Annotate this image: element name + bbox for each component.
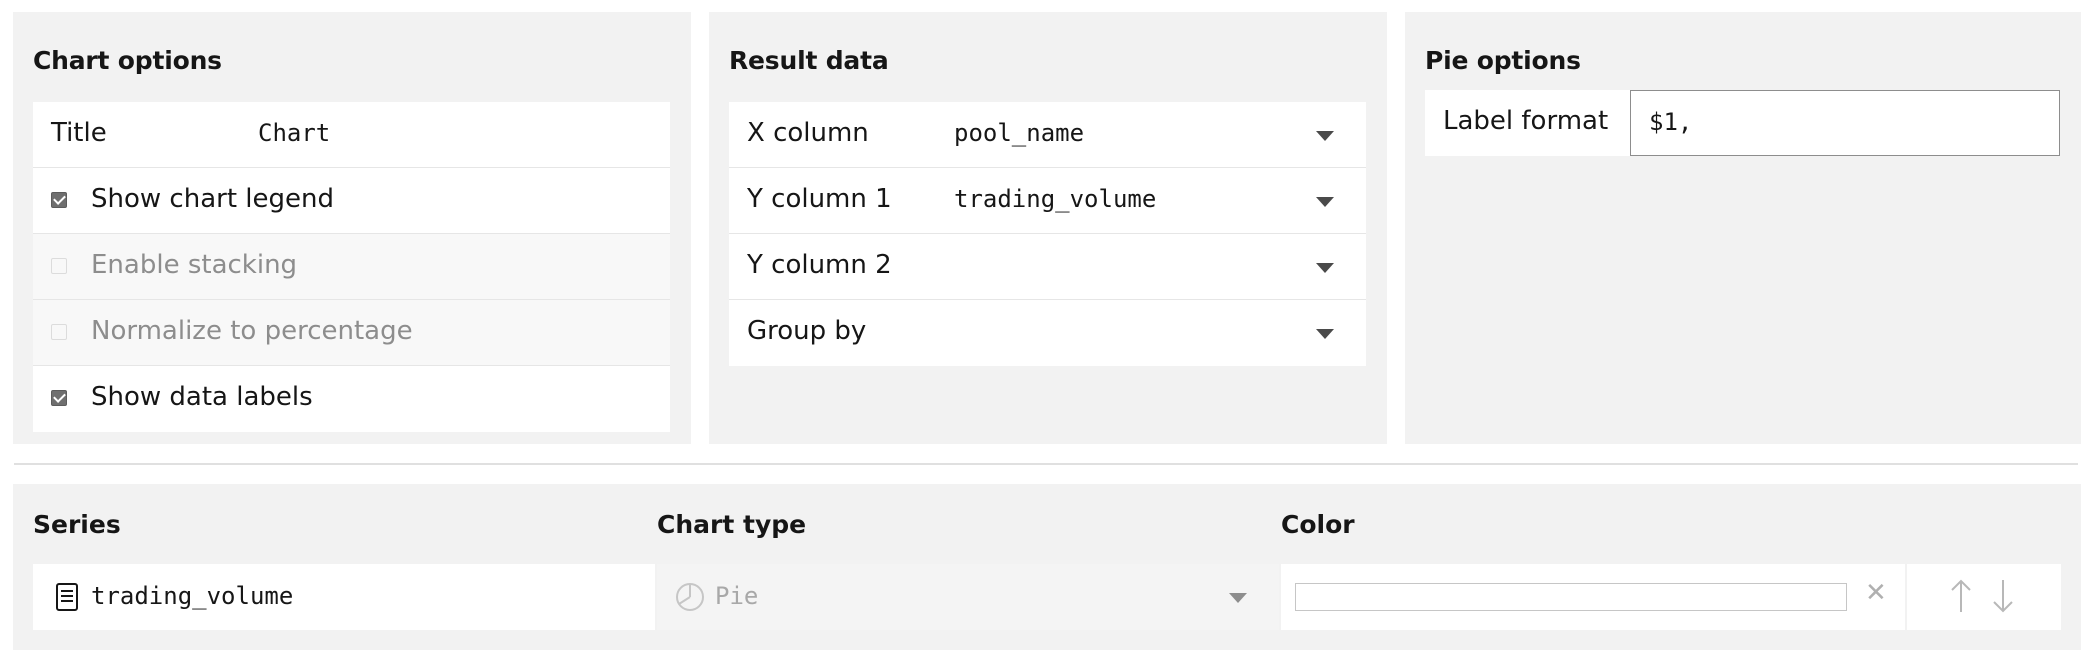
enable-stacking-checkbox xyxy=(51,258,67,274)
show-data-labels-label: Show data labels xyxy=(91,382,313,412)
y-column-1-select[interactable]: Y column 1 trading_volume xyxy=(729,168,1366,234)
pie-options-panel: Pie options Label format $1, xyxy=(1405,12,2081,444)
title-label: Title xyxy=(51,118,107,148)
y-column-2-select[interactable]: Y column 2 xyxy=(729,234,1366,300)
show-legend-checkbox[interactable] xyxy=(51,192,67,208)
x-column-value: pool_name xyxy=(954,119,1085,147)
series-name: trading_volume xyxy=(91,582,294,610)
result-data-title: Result data xyxy=(729,46,889,75)
chevron-down-icon[interactable] xyxy=(1316,329,1334,339)
enable-stacking-row: Enable stacking xyxy=(33,234,670,300)
section-divider xyxy=(14,463,2078,465)
normalize-percentage-label: Normalize to percentage xyxy=(91,316,413,346)
label-format-label: Label format xyxy=(1443,106,1609,136)
series-header: Series xyxy=(33,510,121,539)
chart-title-row: Title Chart xyxy=(33,102,670,168)
arrow-up-icon[interactable] xyxy=(1949,578,1973,618)
close-icon[interactable]: ✕ xyxy=(1865,578,1887,608)
group-by-label: Group by xyxy=(747,316,867,346)
chart-title-input[interactable]: Chart xyxy=(258,119,330,147)
y-column-2-label: Y column 2 xyxy=(747,250,892,280)
x-column-select[interactable]: X column pool_name xyxy=(729,102,1366,168)
document-icon xyxy=(55,582,79,616)
x-column-label: X column xyxy=(747,118,869,148)
label-format-row: Label format $1, xyxy=(1425,90,2060,156)
result-data-panel: Result data X column pool_name Y column … xyxy=(709,12,1387,444)
normalize-percentage-row: Normalize to percentage xyxy=(33,300,670,366)
arrow-down-icon[interactable] xyxy=(1991,578,2015,618)
reorder-cell xyxy=(1907,564,2061,630)
chevron-down-icon[interactable] xyxy=(1316,131,1334,141)
pie-options-title: Pie options xyxy=(1425,46,1581,75)
label-format-input[interactable]: $1, xyxy=(1630,90,2060,156)
show-data-labels-checkbox[interactable] xyxy=(51,390,67,406)
show-legend-row[interactable]: Show chart legend xyxy=(33,168,670,234)
series-name-cell: trading_volume xyxy=(33,564,655,630)
chart-options-panel: Chart options Title Chart Show chart leg… xyxy=(13,12,691,444)
enable-stacking-label: Enable stacking xyxy=(91,250,298,280)
chevron-down-icon xyxy=(1229,593,1247,603)
y-column-1-value: trading_volume xyxy=(954,185,1157,213)
color-header: Color xyxy=(1281,510,1355,539)
label-format-value: $1, xyxy=(1649,108,1693,136)
show-data-labels-row[interactable]: Show data labels xyxy=(33,366,670,432)
group-by-select[interactable]: Group by xyxy=(729,300,1366,366)
color-input[interactable] xyxy=(1295,583,1847,611)
show-legend-label: Show chart legend xyxy=(91,184,334,214)
chart-type-header: Chart type xyxy=(657,510,807,539)
color-cell: ✕ xyxy=(1281,564,1905,630)
chart-type-value: Pie xyxy=(715,582,759,610)
pie-chart-icon xyxy=(675,582,705,616)
normalize-percentage-checkbox xyxy=(51,324,67,340)
chevron-down-icon[interactable] xyxy=(1316,263,1334,273)
chart-options-title: Chart options xyxy=(33,46,222,75)
chart-type-select: Pie xyxy=(657,564,1279,630)
y-column-1-label: Y column 1 xyxy=(747,184,892,214)
chevron-down-icon[interactable] xyxy=(1316,197,1334,207)
